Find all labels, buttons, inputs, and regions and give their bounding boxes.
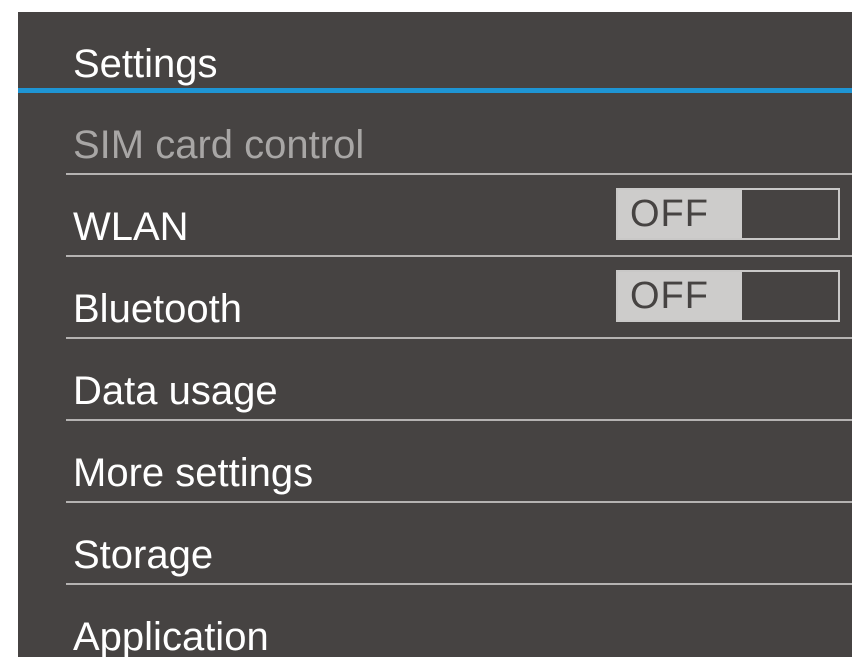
list-item-label: Application <box>73 615 269 657</box>
list-item-data-usage[interactable]: Data usage <box>66 339 852 419</box>
bluetooth-toggle[interactable]: OFF <box>616 270 840 322</box>
list-item-label: WLAN <box>73 205 189 249</box>
list-item-sim-card-control: SIM card control <box>66 93 852 173</box>
list-item-label: More settings <box>73 451 314 495</box>
toggle-track <box>742 190 838 238</box>
list-item-more-settings[interactable]: More settings <box>66 421 852 501</box>
wlan-toggle[interactable]: OFF <box>616 188 840 240</box>
page-title: Settings <box>73 42 218 86</box>
list-item-application[interactable]: Application <box>66 585 852 657</box>
toggle-state-label: OFF <box>618 190 742 238</box>
list-item-label: Storage <box>73 533 214 577</box>
list-item-label: SIM card control <box>73 123 365 167</box>
list-item-storage[interactable]: Storage <box>66 503 852 583</box>
list-item-label: Data usage <box>73 369 278 413</box>
list-item-bluetooth[interactable]: Bluetooth OFF <box>66 257 852 337</box>
settings-header: Settings <box>18 12 852 93</box>
list-item-wlan[interactable]: WLAN OFF <box>66 175 852 255</box>
settings-screen: Settings SIM card control WLAN OFF Bluet… <box>18 12 852 657</box>
toggle-state-label: OFF <box>618 272 742 320</box>
list-item-label: Bluetooth <box>73 287 243 331</box>
toggle-track <box>742 272 838 320</box>
